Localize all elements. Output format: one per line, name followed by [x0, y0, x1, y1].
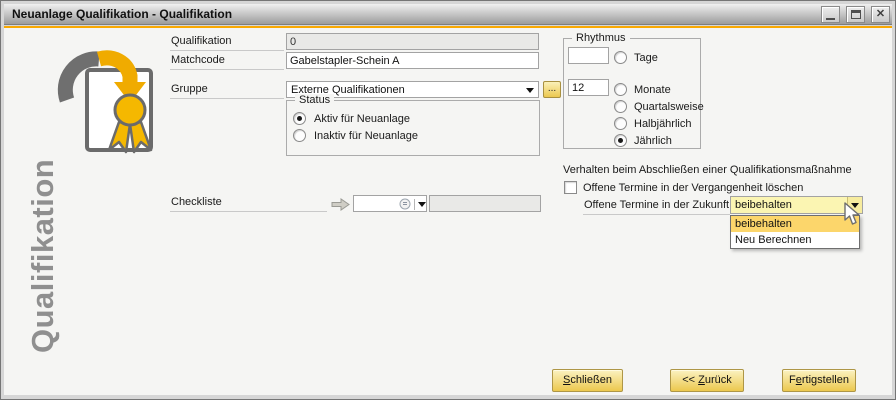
radio-tage-label: Tage: [634, 52, 658, 64]
browse-button[interactable]: ...: [543, 81, 561, 98]
title-bar: Neuanlage Qualifikation - Qualifikation: [4, 4, 892, 25]
vertical-page-label: Qualifikation: [25, 158, 60, 353]
schliessen-button[interactable]: Schließen: [552, 369, 623, 392]
radio-tage[interactable]: [614, 51, 627, 64]
vergangenheit-checkbox[interactable]: [564, 181, 577, 194]
zurueck-button[interactable]: << Zurück: [670, 369, 744, 392]
fertigstellen-button-label: rtigstellen: [801, 374, 849, 386]
dropdown-arrow-icon: [526, 88, 534, 93]
radio-quartalsweise[interactable]: [614, 100, 627, 113]
maximize-button[interactable]: [846, 6, 865, 23]
radio-halbjaehrlich-label: Halbjährlich: [634, 118, 692, 130]
radio-jaehrlich-label: Jährlich: [634, 135, 672, 147]
gruppe-label: Gruppe: [170, 82, 284, 99]
window-title: Neuanlage Qualifikation - Qualifikation: [12, 7, 233, 21]
minimize-button[interactable]: [821, 6, 840, 23]
list-icon[interactable]: [399, 198, 411, 210]
status-groupbox: Status: [286, 94, 540, 156]
zurueck-button-mnemonic: Z: [698, 374, 705, 386]
checkliste-input-icons: [399, 198, 426, 210]
status-legend: Status: [295, 94, 335, 106]
dropdown-arrow-icon[interactable]: [418, 201, 426, 207]
radio-aktiv[interactable]: [293, 112, 306, 125]
radio-halbjaehrlich[interactable]: [614, 117, 627, 130]
dialog-window: Neuanlage Qualifikation - Qualifikation …: [0, 0, 896, 400]
option-neu-berechnen[interactable]: Neu Berechnen: [731, 232, 859, 248]
rhythmus-legend: Rhythmus: [572, 32, 630, 44]
schliessen-button-label: chließen: [570, 374, 612, 386]
verhalten-heading: Verhalten beim Abschließen einer Qualifi…: [563, 164, 852, 176]
radio-inaktiv[interactable]: [293, 129, 306, 142]
fertigstellen-button-prefix: F: [789, 374, 796, 386]
radio-inaktiv-label: Inaktiv für Neuanlage: [314, 130, 418, 142]
zukunft-dropdown-list: beibehalten Neu Berechnen: [730, 215, 860, 249]
zurueck-button-prefix: <<: [682, 374, 699, 386]
radio-monate[interactable]: [614, 83, 627, 96]
mouse-cursor-icon: [844, 202, 860, 225]
radio-aktiv-label: Aktiv für Neuanlage: [314, 113, 410, 125]
certificate-icon: [57, 50, 153, 154]
close-icon: ✕: [875, 8, 886, 20]
radio-jaehrlich[interactable]: [614, 134, 627, 147]
tage-input[interactable]: [568, 47, 609, 64]
radio-monate-label: Monate: [634, 84, 671, 96]
minimize-icon: [826, 17, 835, 20]
matchcode-label: Matchcode: [170, 53, 284, 70]
matchcode-input[interactable]: [286, 52, 539, 69]
zukunft-selected-value: beibehalten: [735, 199, 792, 211]
close-button[interactable]: ✕: [871, 6, 890, 23]
link-arrow-icon[interactable]: [331, 198, 350, 211]
zurueck-button-label: urück: [704, 374, 732, 386]
fertigstellen-button[interactable]: Fertigstellen: [782, 369, 856, 392]
monate-input[interactable]: [568, 79, 609, 96]
separator: [414, 198, 415, 210]
option-beibehalten[interactable]: beibehalten: [731, 216, 859, 232]
checkliste-label: Checkliste: [170, 195, 327, 212]
zukunft-label: Offene Termine in der Zukunft: [583, 198, 730, 215]
checkliste-secondary-input: [429, 195, 541, 212]
maximize-icon: [850, 10, 861, 19]
vergangenheit-checkbox-label: Offene Termine in der Vergangenheit lösc…: [583, 182, 804, 194]
radio-quartalsweise-label: Quartalsweise: [634, 101, 704, 113]
qualifikation-label: Qualifikation: [170, 34, 284, 51]
qualifikation-input: [286, 33, 539, 50]
